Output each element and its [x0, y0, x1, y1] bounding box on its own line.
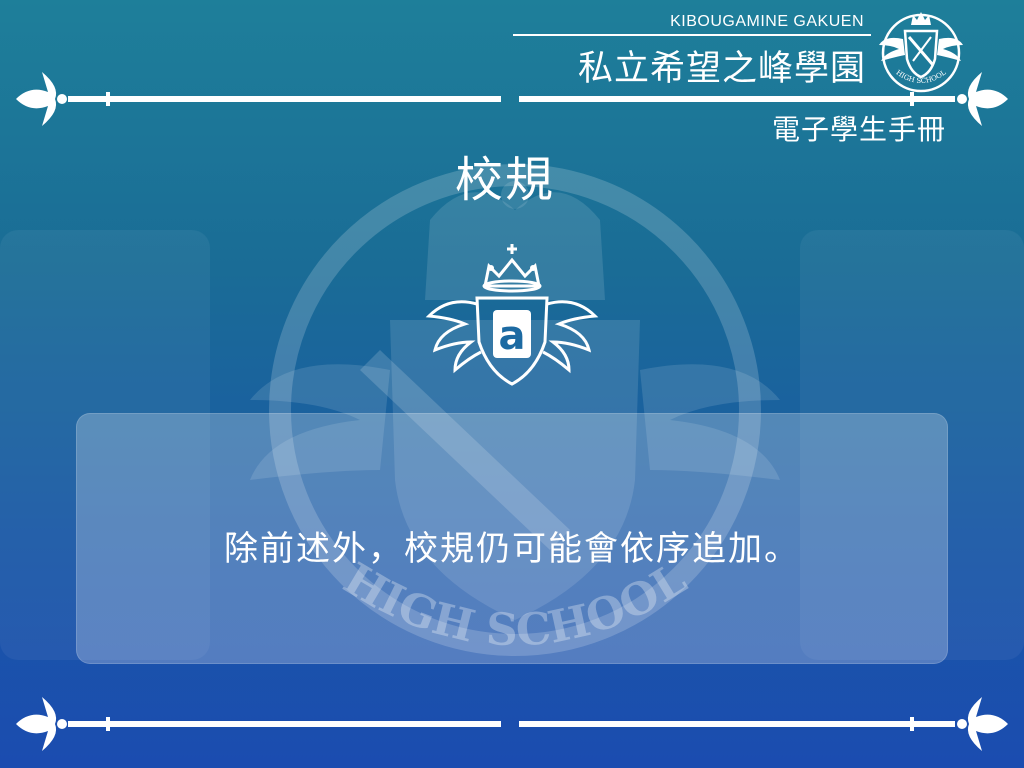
header-divider — [513, 34, 871, 36]
top-ornament-rule — [16, 72, 1008, 126]
fleur-de-lis-icon — [16, 697, 67, 751]
message-panel[interactable]: 除前述外，校規仍可能會依序追加。 — [76, 413, 948, 664]
crown-icon — [488, 244, 536, 271]
bottom-ornament-rule — [16, 697, 1008, 751]
fleur-de-lis-icon — [957, 72, 1008, 126]
page-title: 校規 — [455, 152, 556, 208]
message-text: 除前述外，校規仍可能會依序追加。 — [224, 529, 800, 569]
rank-badge-letter: a — [499, 313, 526, 359]
fleur-de-lis-icon — [16, 72, 67, 126]
school-name-english: KIBOUGAMINE GAKUEN — [670, 13, 864, 30]
wing-badge-icon: a — [425, 244, 599, 386]
fleur-de-lis-icon — [957, 697, 1008, 751]
